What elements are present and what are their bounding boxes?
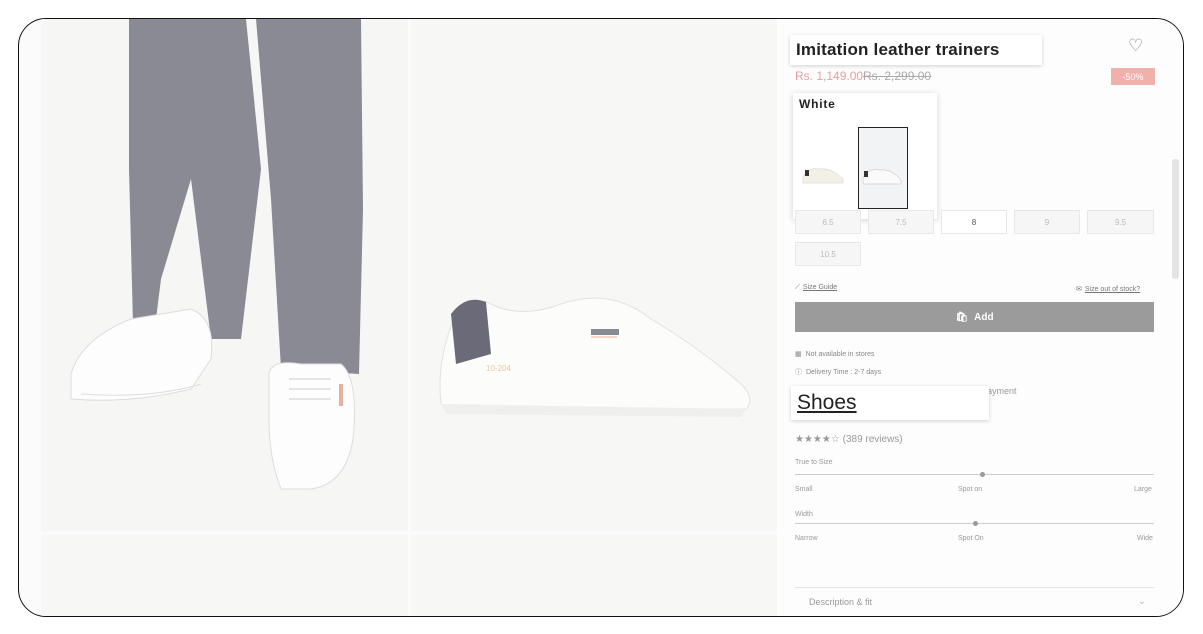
discount-badge: -50% <box>1111 68 1155 85</box>
width-low: Narrow <box>795 535 818 542</box>
delivery-time: ⓘ Delivery Time : 2-7 days <box>795 367 881 377</box>
payment-label[interactable]: ayment <box>987 386 1017 396</box>
store-availability-text: Not available in stores <box>805 350 875 358</box>
app-frame: 10-204 Imitation leather trainers ♡ Rs. … <box>18 18 1184 617</box>
review-summary[interactable]: ★★★★☆ (389 reviews) <box>795 434 903 445</box>
size-out-of-stock-link[interactable]: ✉ Size out of stock? <box>1076 285 1140 293</box>
size-option-10-5[interactable]: 10.5 <box>795 242 861 266</box>
add-to-bag-button[interactable]: 🛍 Add <box>795 302 1154 332</box>
product-image-bottom-right[interactable] <box>411 535 777 616</box>
description-label: Description & fit <box>809 597 873 607</box>
true-to-size-mid: Spot on <box>958 486 983 493</box>
true-to-size-low: Small <box>795 486 813 493</box>
color-swatch-cream[interactable] <box>799 127 847 207</box>
delivery-time-text: Delivery Time : 2-7 days <box>806 368 882 376</box>
size-guide-link[interactable]: ⟋ Size Guide <box>795 284 837 292</box>
add-button-label: Add <box>974 311 994 323</box>
size-option-9[interactable]: 9 <box>1014 210 1080 234</box>
selected-color-label: White <box>799 97 836 111</box>
width-marker <box>972 521 978 526</box>
scrollbar[interactable] <box>1172 159 1179 279</box>
bag-icon: 🛍 <box>955 311 969 323</box>
mail-icon: ✉ <box>1076 286 1082 293</box>
product-image-bottom-left[interactable] <box>41 535 408 616</box>
size-option-8[interactable]: 8 <box>941 210 1007 234</box>
color-swatch-white[interactable] <box>858 127 908 209</box>
info-icon: ⓘ <box>795 369 802 376</box>
size-option-9-5[interactable]: 9.5 <box>1087 210 1154 234</box>
category-link[interactable]: Shoes <box>791 386 989 420</box>
width-mid: Spot On <box>958 535 984 542</box>
product-image-side[interactable]: 10-204 <box>411 19 777 531</box>
chevron-down-icon: ⌄ <box>1137 596 1146 607</box>
width-high: Wide <box>1137 535 1153 542</box>
original-price: Rs. 2,299.00 <box>863 69 932 83</box>
store-availability: ▦ Not available in stores <box>795 350 875 359</box>
true-to-size-marker <box>979 472 985 477</box>
heart-icon[interactable]: ♡ <box>1128 36 1143 56</box>
product-image-model[interactable] <box>41 19 408 531</box>
size-out-of-stock-label: Size out of stock? <box>1084 286 1141 293</box>
size-option-7-5[interactable]: 7.5 <box>868 210 934 234</box>
size-guide-label: Size Guide <box>802 284 838 291</box>
ruler-icon: ⟋ <box>795 284 800 291</box>
shoe-model-text: 10-204 <box>486 364 511 373</box>
description-accordion[interactable]: Description & fit ⌄ <box>795 587 1154 616</box>
store-icon: ▦ <box>795 351 802 358</box>
product-title: Imitation leather trainers <box>790 35 1042 65</box>
true-to-size-label: True to Size <box>795 459 833 466</box>
width-label: Width <box>795 511 813 518</box>
size-option-6-5[interactable]: 6.5 <box>795 210 861 234</box>
true-to-size-scale <box>795 474 1154 475</box>
true-to-size-high: Large <box>1134 486 1152 493</box>
rating-stars: ★★★★☆ <box>795 434 840 445</box>
review-count: (389 reviews) <box>842 434 903 445</box>
sale-price: Rs. 1,149.00 <box>795 69 864 83</box>
color-selector: White <box>793 93 937 219</box>
